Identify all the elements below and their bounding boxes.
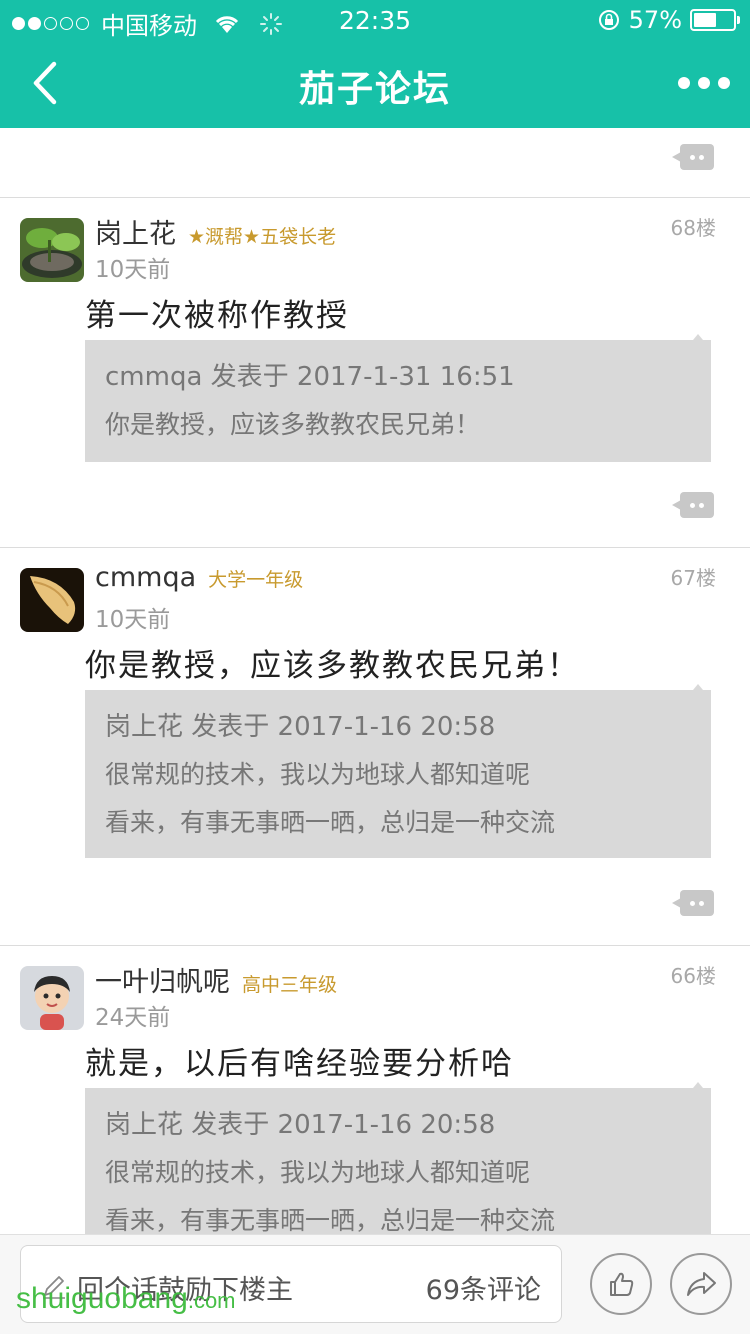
author-level: 大学一年级: [208, 569, 304, 591]
floor-number: 66楼: [670, 964, 716, 988]
post-content: 第一次被称作教授: [85, 298, 349, 334]
post-time: 24天前: [95, 1005, 171, 1031]
post-time: 10天前: [95, 257, 171, 283]
author-level: ★溉帮★五袋长老: [188, 226, 337, 248]
author-name[interactable]: 岗上花: [95, 212, 176, 251]
like-button[interactable]: [590, 1253, 652, 1315]
post-item: 一叶归帆呢 高中三年级 24天前 66楼 就是，以后有啥经验要分析哈 岗上花 发…: [0, 946, 750, 1234]
quote-block: cmmqa 发表于 2017-1-31 16:51 你是教授，应该多教教农民兄弟…: [85, 334, 711, 462]
author-line: cmmqa 大学一年级: [95, 562, 303, 593]
post-item: cmmqa 大学一年级 10天前 67楼 你是教授，应该多教教农民兄弟！ 岗上花…: [0, 548, 750, 945]
post-time: 10天前: [95, 607, 171, 633]
reply-icon[interactable]: [672, 144, 714, 170]
more-dot-icon: [718, 77, 730, 89]
avatar[interactable]: [20, 966, 84, 1030]
watermark-logo: shuiguobang.com: [16, 1282, 236, 1316]
comment-count[interactable]: 69条评论: [426, 1268, 541, 1307]
watermark-domain: .com: [187, 1288, 236, 1313]
avatar[interactable]: [20, 568, 84, 632]
page-title: 茄子论坛: [298, 69, 451, 110]
thumbs-up-icon: [610, 1272, 634, 1296]
battery-percent: 57%: [628, 6, 682, 34]
more-button[interactable]: [676, 70, 732, 96]
floor-number: 67楼: [670, 566, 716, 590]
more-dot-icon: [678, 77, 690, 89]
status-bar: 中国移动 22:35 57%: [0, 0, 750, 40]
quote-line: 很常规的技术，我以为地球人都知道呢: [105, 1158, 531, 1187]
quote-header: cmmqa 发表于 2017-1-31 16:51: [105, 362, 515, 392]
battery-icon: [690, 9, 740, 31]
quote-line: 你是教授，应该多教教农民兄弟！: [105, 410, 481, 439]
quote-header: 岗上花 发表于 2017-1-16 20:58: [105, 712, 496, 742]
quote-line: 看来，有事无事晒一晒，总归是一种交流: [105, 1206, 556, 1234]
share-arrow-icon: [687, 1272, 716, 1296]
floor-number: 68楼: [670, 216, 716, 240]
more-dot-icon: [698, 77, 710, 89]
quote-header: 岗上花 发表于 2017-1-16 20:58: [105, 1110, 496, 1140]
watermark-text: shuiguobang: [16, 1282, 188, 1315]
post-list[interactable]: 岗上花 ★溉帮★五袋长老 10天前 68楼 第一次被称作教授 cmmqa 发表于…: [0, 128, 750, 1234]
post-content: 你是教授，应该多教教农民兄弟！: [85, 648, 580, 684]
author-line: 岗上花 ★溉帮★五袋长老: [95, 212, 336, 251]
post-content: 就是，以后有啥经验要分析哈: [85, 1046, 514, 1082]
nav-bar: 茄子论坛: [0, 40, 750, 128]
author-name[interactable]: 一叶归帆呢: [95, 960, 230, 999]
author-line: 一叶归帆呢 高中三年级: [95, 960, 337, 999]
avatar[interactable]: [20, 218, 84, 282]
quote-block: 岗上花 发表于 2017-1-16 20:58 很常规的技术，我以为地球人都知道…: [85, 1082, 711, 1234]
share-button[interactable]: [670, 1253, 732, 1315]
quote-line: 看来，有事无事晒一晒，总归是一种交流: [105, 808, 556, 837]
author-level: 高中三年级: [242, 974, 338, 996]
rotation-lock-icon: [598, 10, 619, 30]
reply-icon[interactable]: [672, 492, 714, 518]
quote-line: 很常规的技术，我以为地球人都知道呢: [105, 760, 531, 789]
status-right: 57%: [597, 6, 740, 34]
author-name[interactable]: cmmqa: [95, 562, 196, 593]
post-item: 岗上花 ★溉帮★五袋长老 10天前 68楼 第一次被称作教授 cmmqa 发表于…: [0, 198, 750, 547]
reply-icon[interactable]: [672, 890, 714, 916]
quote-block: 岗上花 发表于 2017-1-16 20:58 很常规的技术，我以为地球人都知道…: [85, 684, 711, 858]
